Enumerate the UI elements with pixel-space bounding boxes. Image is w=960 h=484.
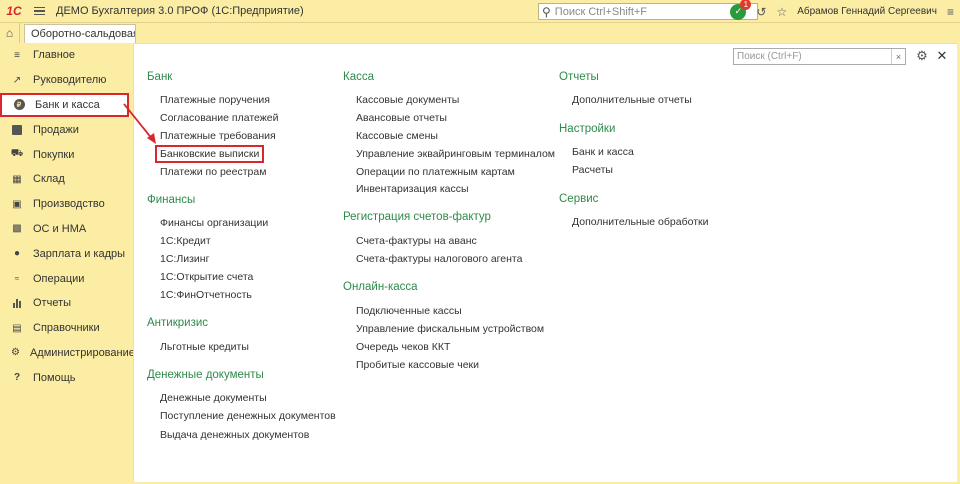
cart-icon bbox=[11, 124, 23, 136]
app-logo: 1С bbox=[6, 4, 22, 18]
truck-icon: ▩ bbox=[12, 223, 22, 235]
basket-icon: ⛟ bbox=[10, 148, 24, 160]
factory-icon: ▣ bbox=[12, 198, 22, 210]
link-bank-statements[interactable]: Банковские выписки bbox=[155, 145, 265, 163]
section-title-bank: Банк bbox=[147, 71, 173, 83]
book-icon: ▤ bbox=[12, 322, 22, 334]
chart-icon bbox=[11, 297, 23, 309]
sidebar-item-purchases[interactable]: ⛟ Покупки bbox=[0, 142, 133, 167]
people-icon: ● bbox=[13, 248, 21, 260]
link-connected-registers[interactable]: Подключенные кассы bbox=[356, 305, 462, 317]
sidebar-item-main[interactable]: ≡ Главное bbox=[0, 43, 133, 68]
ruble-icon: ₽ bbox=[13, 99, 25, 111]
sidebar-item-reports[interactable]: Отчеты bbox=[0, 291, 133, 316]
link-cash-shifts[interactable]: Кассовые смены bbox=[356, 130, 438, 142]
close-icon[interactable]: ✕ bbox=[934, 48, 950, 64]
link-payment-requests[interactable]: Платежные требования bbox=[160, 130, 276, 142]
section-panel: Поиск (Ctrl+F) × ⚙ ✕ Банк Платежные пору… bbox=[133, 43, 957, 482]
link-advance-reports[interactable]: Авансовые отчеты bbox=[356, 112, 447, 124]
link-payment-orders[interactable]: Платежные поручения bbox=[160, 94, 270, 106]
sidebar-item-production[interactable]: ▣ Производство bbox=[0, 192, 133, 217]
sidebar-item-operations[interactable]: ≈ Операции bbox=[0, 266, 133, 291]
section-title-online-cash: Онлайн-касса bbox=[343, 281, 418, 293]
section-title-service: Сервис bbox=[559, 193, 599, 205]
tab-row: ⌂ Оборотно-сальдовая в... bbox=[0, 23, 960, 43]
link-settings-settlements[interactable]: Расчеты bbox=[572, 164, 613, 176]
annotation-arrow bbox=[123, 103, 156, 144]
sidebar-item-bank[interactable]: ₽ Банк и касса bbox=[0, 92, 129, 118]
sidebar-item-manager[interactable]: ↗ Руководителю bbox=[0, 68, 133, 93]
section-title-money-docs: Денежные документы bbox=[147, 369, 264, 381]
gear-icon: ⚙ bbox=[11, 347, 20, 359]
link-fin-reporting[interactable]: 1С:ФинОтчетность bbox=[160, 289, 252, 301]
link-money-docs-issue[interactable]: Выдача денежных документов bbox=[160, 429, 309, 441]
tab-osv[interactable]: Оборотно-сальдовая в... bbox=[24, 24, 136, 43]
menu-more-icon[interactable]: ≡ bbox=[947, 5, 954, 19]
sidebar-item-help[interactable]: ? Помощь bbox=[0, 365, 133, 390]
operations-icon: ≈ bbox=[14, 274, 20, 284]
section-title-invoices: Регистрация счетов-фактур bbox=[343, 211, 491, 223]
link-printed-receipts[interactable]: Пробитые кассовые чеки bbox=[356, 359, 479, 371]
sidebar-item-salary[interactable]: ● Зарплата и кадры bbox=[0, 241, 133, 266]
link-money-docs[interactable]: Денежные документы bbox=[160, 392, 267, 404]
sidebar-item-sales[interactable]: Продажи bbox=[0, 117, 133, 142]
settings-gear-icon[interactable]: ⚙ bbox=[914, 48, 930, 64]
link-registry-payments[interactable]: Платежи по реестрам bbox=[160, 166, 266, 178]
warehouse-icon: ▦ bbox=[12, 173, 22, 185]
section-title-reports: Отчеты bbox=[559, 71, 599, 83]
section-title-finance: Финансы bbox=[147, 194, 196, 206]
sidebar-item-directories[interactable]: ▤ Справочники bbox=[0, 316, 133, 341]
search-icon: ⚲ bbox=[542, 4, 551, 19]
section-title-anticrisis: Антикризис bbox=[147, 317, 209, 329]
sidebar-item-warehouse[interactable]: ▦ Склад bbox=[0, 167, 133, 192]
title-bar: 1С ДЕМО Бухгалтерия 3.0 ПРОФ (1С:Предпри… bbox=[0, 0, 960, 23]
link-additional-processing[interactable]: Дополнительные обработки bbox=[572, 216, 708, 228]
link-preferential-loans[interactable]: Льготные кредиты bbox=[160, 341, 249, 353]
history-icon[interactable]: ↺ bbox=[756, 5, 766, 19]
question-icon: ? bbox=[13, 372, 21, 384]
link-leasing[interactable]: 1С:Лизинг bbox=[160, 253, 209, 265]
app-title: ДЕМО Бухгалтерия 3.0 ПРОФ (1С:Предприяти… bbox=[56, 5, 304, 17]
link-account-opening[interactable]: 1С:Открытие счета bbox=[160, 271, 253, 283]
link-money-docs-receipt[interactable]: Поступление денежных документов bbox=[160, 410, 336, 422]
hamburger-icon: ≡ bbox=[14, 49, 20, 61]
link-settings-bank-cash[interactable]: Банк и касса bbox=[572, 146, 634, 158]
section-title-settings: Настройки bbox=[559, 123, 616, 135]
clear-search-icon[interactable]: × bbox=[891, 49, 905, 64]
panel-search-input[interactable]: Поиск (Ctrl+F) × bbox=[733, 48, 906, 65]
link-credit[interactable]: 1С:Кредит bbox=[160, 235, 211, 247]
sections-sidebar: ≡ Главное ↗ Руководителю ₽ Банк и касса … bbox=[0, 43, 135, 484]
link-payment-approval[interactable]: Согласование платежей bbox=[160, 112, 278, 124]
link-cash-inventory[interactable]: Инвентаризация кассы bbox=[356, 183, 469, 195]
link-advance-invoices[interactable]: Счета-фактуры на аванс bbox=[356, 235, 477, 247]
notifications-badge: 1 bbox=[740, 0, 752, 10]
link-cash-docs[interactable]: Кассовые документы bbox=[356, 94, 459, 106]
home-icon[interactable]: ⌂ bbox=[0, 23, 20, 43]
sidebar-item-admin[interactable]: ⚙ Администрирование bbox=[0, 341, 135, 366]
sidebar-item-assets[interactable]: ▩ ОС и НМА bbox=[0, 217, 133, 242]
link-tax-agent-invoices[interactable]: Счета-фактуры налогового агента bbox=[356, 253, 522, 265]
user-name[interactable]: Абрамов Геннадий Сергеевич bbox=[797, 6, 937, 17]
main-menu-icon[interactable] bbox=[28, 0, 50, 23]
link-additional-reports[interactable]: Дополнительные отчеты bbox=[572, 94, 692, 106]
link-card-operations[interactable]: Операции по платежным картам bbox=[356, 166, 515, 178]
section-title-cash: Касса bbox=[343, 71, 374, 83]
link-kkt-queue[interactable]: Очередь чеков ККТ bbox=[356, 341, 450, 353]
global-search-input[interactable]: ⚲ Поиск Ctrl+Shift+F bbox=[538, 3, 758, 20]
notifications-icon[interactable]: ✓ 1 bbox=[730, 0, 752, 20]
link-fiscal-device[interactable]: Управление фискальным устройством bbox=[356, 323, 544, 335]
favorites-icon[interactable]: ☆ bbox=[776, 5, 787, 19]
trend-icon: ↗ bbox=[12, 74, 22, 86]
link-acquiring-terminal[interactable]: Управление эквайринговым терминалом bbox=[356, 148, 555, 160]
link-org-finance[interactable]: Финансы организации bbox=[160, 217, 268, 229]
